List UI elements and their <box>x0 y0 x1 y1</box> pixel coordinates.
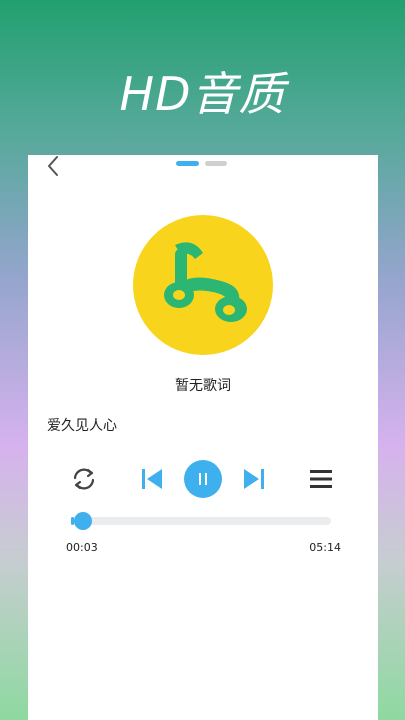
page-dot-inactive[interactable] <box>205 161 227 166</box>
skip-next-icon <box>244 469 264 489</box>
playlist-button[interactable] <box>307 465 335 493</box>
song-title: 爱久见人心 <box>47 418 117 434</box>
playback-controls <box>28 455 378 505</box>
repeat-icon <box>73 468 95 490</box>
back-button[interactable] <box>42 155 64 177</box>
previous-button[interactable] <box>138 465 166 493</box>
player-screen: 暂无歌词 爱久见人心 00:03 05:14 <box>28 155 378 720</box>
next-button[interactable] <box>240 465 268 493</box>
page-dot-active[interactable] <box>176 161 199 166</box>
total-time: 05:14 <box>309 541 341 554</box>
menu-icon <box>310 470 332 488</box>
repeat-button[interactable] <box>68 463 100 495</box>
chevron-left-icon <box>48 156 58 176</box>
play-pause-button[interactable] <box>184 460 222 498</box>
album-art <box>133 215 273 355</box>
current-time: 00:03 <box>66 541 98 554</box>
skip-previous-icon <box>142 469 162 489</box>
music-note-icon <box>164 242 247 322</box>
promo-title: HD音质 <box>119 67 286 121</box>
progress-bar[interactable] <box>71 512 331 530</box>
pause-icon <box>199 473 207 485</box>
page-indicator <box>176 161 227 166</box>
progress-thumb[interactable] <box>73 512 92 530</box>
lyrics-text: 暂无歌词 <box>175 378 231 394</box>
